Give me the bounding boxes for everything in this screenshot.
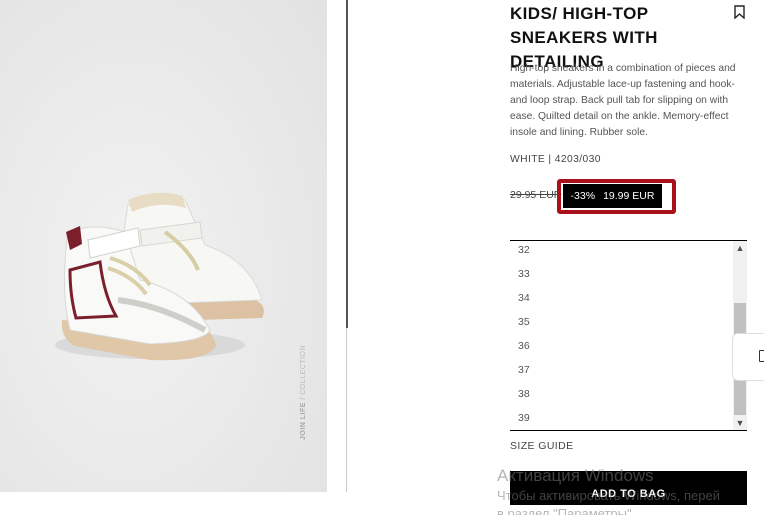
- original-price: 29.95 EUR: [510, 189, 562, 201]
- add-to-bag-button[interactable]: ADD TO BAG: [510, 471, 747, 505]
- size-option[interactable]: 38: [510, 385, 747, 409]
- size-option[interactable]: 39: [510, 409, 747, 430]
- bookmark-icon[interactable]: [734, 5, 745, 19]
- product-image: JOIN LIFE / COLLECTION: [0, 0, 327, 492]
- size-option[interactable]: 36: [510, 337, 747, 361]
- side-chat-tab[interactable]: [732, 333, 764, 381]
- size-option[interactable]: 35: [510, 313, 747, 337]
- activation-text: в раздел "Параметры".: [497, 506, 636, 515]
- sale-price: 19.99 EUR: [603, 190, 655, 202]
- divider: [346, 0, 348, 328]
- sneaker-illustration: [0, 0, 327, 492]
- size-guide-link[interactable]: SIZE GUIDE: [510, 440, 574, 452]
- color-reference: WHITE | 4203/030: [510, 154, 601, 165]
- size-option[interactable]: 34: [510, 289, 747, 313]
- discount-percent: -33%: [570, 190, 596, 202]
- size-select-list[interactable]: 32 33 34 35 36 37 38 39 ▲ ▼: [510, 240, 747, 431]
- collection-watermark: JOIN LIFE / COLLECTION: [300, 344, 307, 440]
- chevron-down-icon[interactable]: ▼: [733, 416, 747, 430]
- size-option[interactable]: 32: [510, 241, 747, 265]
- size-option[interactable]: 37: [510, 361, 747, 385]
- divider: [346, 328, 347, 492]
- product-description: High-top sneakers in a combination of pi…: [510, 63, 736, 138]
- chevron-up-icon[interactable]: ▲: [733, 241, 747, 255]
- chat-icon: [759, 350, 764, 362]
- sale-price-badge: -33% 19.99 EUR: [563, 184, 662, 208]
- size-option[interactable]: 33: [510, 265, 747, 289]
